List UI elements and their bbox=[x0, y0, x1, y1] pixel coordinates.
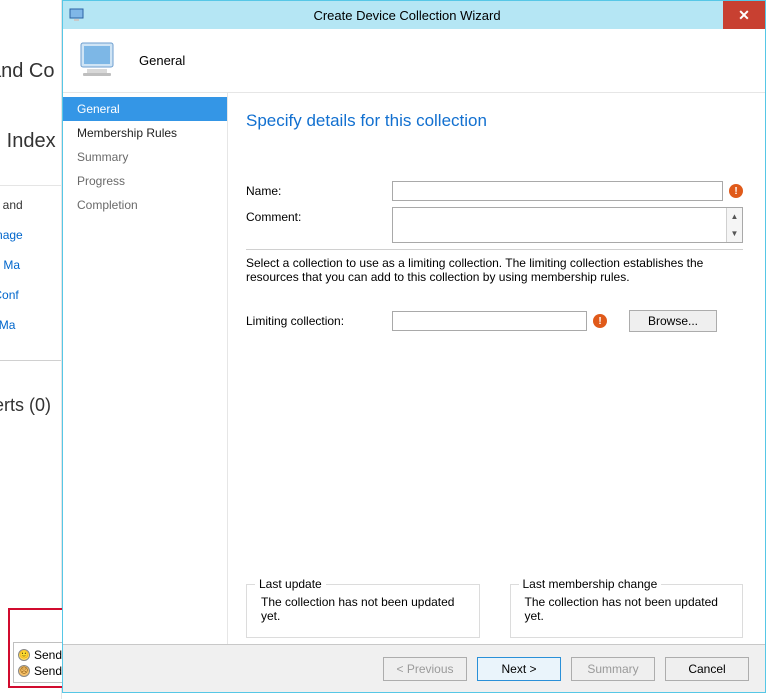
browse-button[interactable]: Browse... bbox=[629, 310, 717, 332]
background-window: and Co n Index e users and ns: Manage gr… bbox=[0, 0, 62, 699]
cancel-button[interactable]: Cancel bbox=[665, 657, 749, 681]
window-title: Create Device Collection Wizard bbox=[91, 8, 723, 23]
limiting-helper-text: Select a collection to use as a limiting… bbox=[246, 249, 743, 284]
name-label: Name: bbox=[246, 181, 386, 198]
last-update-text: The collection has not been updated yet. bbox=[261, 595, 465, 623]
computer-icon bbox=[77, 37, 125, 85]
close-button[interactable]: ✕ bbox=[723, 1, 765, 29]
titlebar[interactable]: Create Device Collection Wizard ✕ bbox=[63, 1, 765, 29]
close-icon: ✕ bbox=[738, 7, 750, 24]
name-input[interactable] bbox=[392, 181, 723, 201]
summary-button[interactable]: Summary bbox=[571, 657, 655, 681]
wizard-window: Create Device Collection Wizard ✕ Genera… bbox=[62, 0, 766, 693]
system-icon bbox=[69, 7, 85, 23]
nav-completion[interactable]: Completion bbox=[63, 193, 227, 217]
comment-spin-up[interactable]: ▲ bbox=[727, 208, 742, 225]
smile-icon: 🙂 bbox=[18, 649, 30, 661]
nav-membership-rules[interactable]: Membership Rules bbox=[63, 121, 227, 145]
comment-spin-down[interactable]: ▼ bbox=[727, 225, 742, 242]
wizard-banner: General bbox=[63, 29, 765, 93]
last-membership-label: Last membership change bbox=[519, 577, 662, 591]
comment-input[interactable] bbox=[393, 208, 726, 242]
frown-icon: ☹ bbox=[18, 665, 30, 677]
last-membership-group: Last membership change The collection ha… bbox=[510, 584, 744, 638]
last-update-label: Last update bbox=[255, 577, 326, 591]
wizard-nav: General Membership Rules Summary Progres… bbox=[63, 93, 228, 644]
previous-button[interactable]: < Previous bbox=[383, 657, 467, 681]
nav-general[interactable]: General bbox=[63, 97, 227, 121]
bg-alerts-heading: lerts (0) bbox=[0, 395, 51, 416]
limiting-label: Limiting collection: bbox=[246, 314, 386, 328]
wizard-content: Specify details for this collection Name… bbox=[228, 93, 765, 644]
last-update-group: Last update The collection has not been … bbox=[246, 584, 480, 638]
content-heading: Specify details for this collection bbox=[246, 111, 743, 131]
comment-label: Comment: bbox=[246, 207, 386, 224]
name-error-icon: ! bbox=[729, 184, 743, 198]
limiting-error-icon: ! bbox=[593, 314, 607, 328]
nav-summary[interactable]: Summary bbox=[63, 145, 227, 169]
banner-title: General bbox=[139, 53, 185, 68]
limiting-input[interactable] bbox=[392, 311, 587, 331]
wizard-footer: < Previous Next > Summary Cancel bbox=[63, 644, 765, 692]
next-button[interactable]: Next > bbox=[477, 657, 561, 681]
nav-progress[interactable]: Progress bbox=[63, 169, 227, 193]
last-membership-text: The collection has not been updated yet. bbox=[525, 595, 729, 623]
